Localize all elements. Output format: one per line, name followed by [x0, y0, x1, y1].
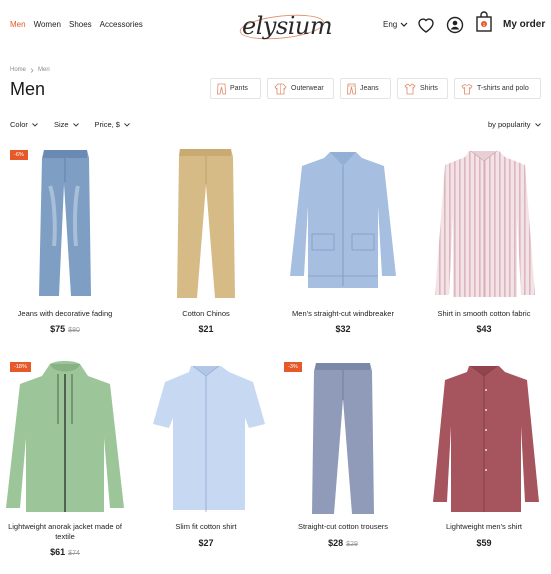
shopping-bag-icon: 1 — [476, 11, 492, 32]
color-filter-label: Color — [10, 120, 28, 129]
product-price: $75 $80 — [0, 324, 130, 334]
product-name[interactable]: Straight-cut cotton trousers — [278, 522, 408, 532]
size-filter-label: Size — [53, 120, 69, 129]
product-name[interactable]: Men's straight-cut windbreaker — [278, 309, 408, 319]
site-logo[interactable]: elysium — [236, 8, 333, 44]
old-price: $80 — [68, 327, 80, 334]
chip-jeans[interactable]: Jeans — [340, 78, 391, 99]
short-sleeve-shirt-product-image — [153, 365, 265, 512]
sort-dropdown[interactable]: by popularity — [488, 120, 541, 129]
heart-icon — [418, 18, 434, 33]
breadcrumb-current: Men — [38, 67, 50, 73]
breadcrumb: Home Men — [10, 67, 50, 73]
product-price: $21 — [141, 324, 271, 334]
cart-button[interactable]: 1 — [474, 11, 494, 32]
color-filter[interactable]: Color — [10, 120, 38, 129]
nav-accessories[interactable]: Accessories — [100, 20, 143, 29]
chevron-down-icon — [32, 122, 38, 127]
chinos-product-image — [177, 149, 235, 298]
nav-shoes[interactable]: Shoes — [69, 20, 92, 29]
product-price: $61 $74 — [0, 547, 130, 557]
price-filter[interactable]: Price, $ — [95, 120, 130, 129]
current-price: $27 — [198, 538, 214, 548]
discount-badge: -3% — [284, 362, 302, 372]
language-selector[interactable]: Eng — [383, 20, 408, 29]
chip-label: T-shirts and polo — [477, 85, 529, 92]
nav-women[interactable]: Women — [34, 20, 61, 29]
trousers-product-image — [312, 363, 374, 514]
chip-label: Outerwear — [291, 85, 324, 92]
product-name[interactable]: Lightweight men's shirt — [419, 522, 549, 532]
sort-label: by popularity — [488, 120, 531, 129]
page-title: Men — [10, 79, 46, 99]
chevron-right-icon — [30, 67, 34, 73]
current-price: $59 — [476, 538, 492, 548]
chip-label: Shirts — [420, 85, 438, 92]
product-price: $59 — [419, 538, 549, 548]
chevron-down-icon — [400, 22, 408, 27]
striped-shirt-product-image — [435, 150, 535, 297]
chip-tshirts-polo[interactable]: T-shirts and polo — [454, 78, 541, 99]
size-filter[interactable]: Size — [54, 120, 79, 129]
chip-label: Jeans — [360, 85, 379, 92]
product-price: $32 — [278, 324, 408, 334]
breadcrumb-home[interactable]: Home — [10, 67, 26, 73]
discount-badge: -18% — [10, 362, 31, 372]
old-price: $74 — [68, 550, 80, 557]
chip-pants[interactable]: Pants — [210, 78, 261, 99]
chevron-down-icon — [72, 122, 79, 127]
shirt-icon — [404, 82, 416, 94]
current-price: $28 — [328, 538, 344, 548]
chevron-down-icon — [534, 122, 541, 127]
account-button[interactable] — [445, 15, 465, 35]
product-name[interactable]: Cotton Chinos — [141, 309, 271, 319]
old-price: $29 — [346, 541, 358, 548]
jeans-icon — [347, 83, 356, 94]
user-icon — [446, 16, 464, 34]
product-price: $27 — [141, 538, 271, 548]
top-navigation: Men Women Shoes Accessories elysium Eng … — [0, 0, 551, 52]
current-price: $43 — [476, 324, 492, 334]
chip-label: Pants — [230, 85, 248, 92]
chip-shirts[interactable]: Shirts — [397, 78, 448, 99]
tshirt-icon — [461, 83, 473, 94]
category-nav: Men Women Shoes Accessories — [10, 20, 143, 29]
product-name[interactable]: Shirt in smooth cotton fabric — [419, 309, 549, 319]
chevron-down-icon — [124, 122, 130, 127]
windbreaker-product-image — [290, 152, 396, 288]
language-label: Eng — [383, 20, 398, 29]
product-name[interactable]: Jeans with decorative fading — [0, 309, 130, 319]
product-price: $43 — [419, 324, 549, 334]
my-order-link[interactable]: My order — [503, 19, 545, 30]
product-name[interactable]: Lightweight anorak jacket made of textil… — [0, 522, 130, 542]
dress-shirt-product-image — [433, 365, 539, 512]
current-price: $21 — [198, 324, 214, 334]
current-price: $61 — [50, 547, 66, 557]
logo-text: elysium — [242, 12, 333, 40]
wishlist-button[interactable] — [416, 15, 436, 35]
product-name[interactable]: Slim fit cotton shirt — [141, 522, 271, 532]
current-price: $75 — [50, 324, 66, 334]
discount-badge: -6% — [10, 150, 28, 160]
product-price: $28 $29 — [278, 538, 408, 548]
anorak-product-image — [6, 361, 124, 512]
price-filter-label: Price, $ — [94, 120, 120, 129]
jeans-product-image — [39, 150, 91, 296]
chip-outerwear[interactable]: Outerwear — [267, 78, 334, 99]
nav-men[interactable]: Men — [10, 20, 26, 29]
filter-bar: Color Size Price, $ — [10, 120, 130, 129]
jacket-icon — [274, 83, 287, 94]
current-price: $32 — [335, 324, 351, 334]
pants-icon — [217, 83, 226, 94]
